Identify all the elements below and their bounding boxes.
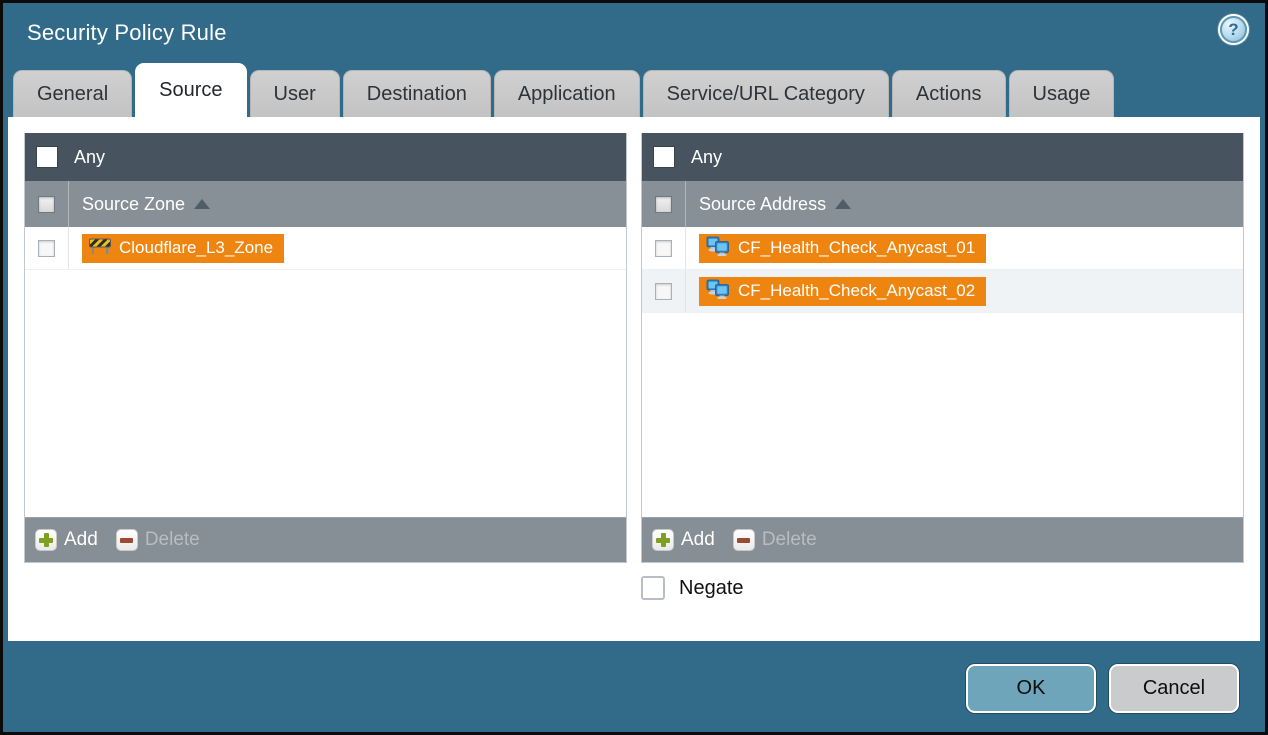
plus-icon	[652, 529, 674, 551]
source-address-entry-label: CF_Health_Check_Anycast_01	[738, 238, 975, 258]
source-address-any-header: Any	[642, 133, 1243, 181]
dialog-footer: OK Cancel	[3, 641, 1265, 732]
table-row: CF_Health_Check_Anycast_01	[642, 227, 1243, 270]
ok-button[interactable]: OK	[966, 664, 1096, 713]
dialog-title: Security Policy Rule	[27, 20, 227, 46]
address-icon	[706, 279, 730, 304]
minus-icon	[116, 529, 138, 551]
source-zone-column-header[interactable]: Source Zone	[25, 181, 626, 227]
source-address-any-checkbox[interactable]	[653, 146, 675, 168]
minus-icon	[733, 529, 755, 551]
source-address-list: CF_Health_Check_Anycast_01	[642, 227, 1243, 517]
negate-label: Negate	[679, 577, 744, 600]
plus-icon	[35, 529, 57, 551]
source-address-entry[interactable]: CF_Health_Check_Anycast_01	[699, 234, 986, 263]
source-zone-entry-label: Cloudflare_L3_Zone	[119, 238, 273, 258]
tab-bar: General Source User Destination Applicat…	[3, 63, 1265, 117]
source-zone-any-checkbox[interactable]	[36, 146, 58, 168]
sort-ascending-icon[interactable]	[194, 199, 210, 209]
source-zone-delete-button[interactable]: Delete	[116, 529, 200, 551]
source-address-delete-button[interactable]: Delete	[733, 529, 817, 551]
tab-service-url-category[interactable]: Service/URL Category	[643, 70, 889, 117]
security-policy-rule-dialog: Security Policy Rule ? General Source Us…	[0, 0, 1268, 735]
source-address-entry-label: CF_Health_Check_Anycast_02	[738, 281, 975, 301]
sort-ascending-icon[interactable]	[835, 199, 851, 209]
source-address-add-button[interactable]: Add	[652, 529, 715, 551]
source-zone-panel: Any Source Zone	[24, 133, 627, 563]
source-address-footer: Add Delete	[642, 517, 1243, 562]
zone-icon	[89, 237, 111, 260]
source-zone-list: Cloudflare_L3_Zone	[25, 227, 626, 517]
negate-row: Negate	[24, 576, 1244, 600]
source-zone-footer: Add Delete	[25, 517, 626, 562]
table-row: CF_Health_Check_Anycast_02	[642, 270, 1243, 313]
tab-usage[interactable]: Usage	[1009, 70, 1115, 117]
negate-checkbox[interactable]	[641, 576, 665, 600]
tab-actions[interactable]: Actions	[892, 70, 1006, 117]
source-zone-column-title: Source Zone	[82, 194, 185, 215]
tab-source[interactable]: Source	[135, 63, 246, 117]
source-address-row-checkbox[interactable]	[655, 240, 672, 257]
source-address-select-all-checkbox[interactable]	[655, 196, 672, 213]
tab-destination[interactable]: Destination	[343, 70, 491, 117]
source-address-entry[interactable]: CF_Health_Check_Anycast_02	[699, 277, 986, 306]
source-zone-add-button[interactable]: Add	[35, 529, 98, 551]
cancel-button[interactable]: Cancel	[1109, 664, 1239, 713]
source-zone-any-label: Any	[74, 147, 105, 168]
tab-application[interactable]: Application	[494, 70, 640, 117]
address-icon	[706, 236, 730, 261]
source-address-row-checkbox[interactable]	[655, 283, 672, 300]
source-zone-select-all-checkbox[interactable]	[38, 196, 55, 213]
source-zone-any-header: Any	[25, 133, 626, 181]
source-address-panel: Any Source Address	[641, 133, 1244, 563]
tab-user[interactable]: User	[250, 70, 340, 117]
source-zone-entry[interactable]: Cloudflare_L3_Zone	[82, 234, 284, 263]
tab-general[interactable]: General	[13, 70, 132, 117]
source-address-column-title: Source Address	[699, 194, 826, 215]
titlebar: Security Policy Rule ?	[3, 3, 1265, 63]
source-address-any-label: Any	[691, 147, 722, 168]
help-icon[interactable]: ?	[1220, 16, 1247, 43]
table-row: Cloudflare_L3_Zone	[25, 227, 626, 270]
source-address-column-header[interactable]: Source Address	[642, 181, 1243, 227]
source-zone-row-checkbox[interactable]	[38, 240, 55, 257]
source-tab-content: Any Source Zone	[8, 117, 1260, 641]
